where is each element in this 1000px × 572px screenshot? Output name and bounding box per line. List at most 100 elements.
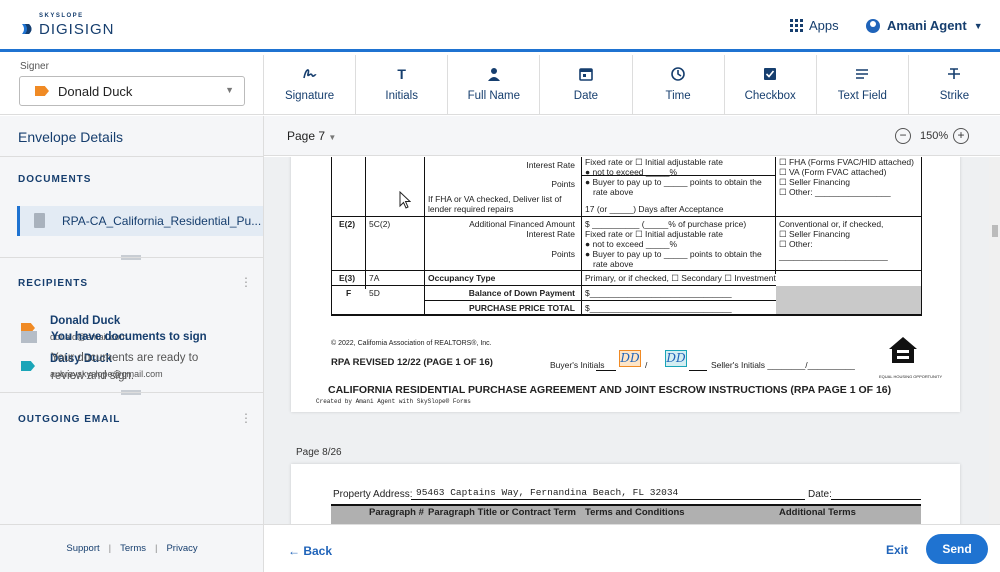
recipient-name: Donald Duck — [50, 315, 121, 327]
document-scrollbar[interactable] — [989, 157, 1000, 524]
doc-text: F — [346, 288, 352, 298]
outgoing-email-more-icon[interactable]: ⋮ — [240, 412, 252, 424]
zoom-out-button[interactable]: − — [895, 128, 911, 144]
doc-text: Occupancy Type — [428, 273, 496, 283]
doc-text: rate above — [593, 259, 634, 269]
signer-color-tag-icon — [35, 86, 49, 96]
apps-label: Apps — [809, 18, 839, 33]
mail-icon — [21, 331, 37, 343]
tool-signature[interactable]: Signature — [264, 55, 357, 114]
arrow-left-icon: ← — [288, 544, 300, 558]
page-selector[interactable]: Page 7 ▼ — [287, 129, 336, 143]
doc-text: _______________________ — [779, 251, 888, 261]
tool-label: Initials — [385, 90, 418, 102]
document-page: Property Address: 95463 Captains Way, Fe… — [291, 464, 960, 524]
top-bar: SKYSLOPE DIGISIGN Apps Amani Agent ▼ — [0, 0, 1000, 52]
doc-text: 5C(2) — [369, 219, 391, 229]
recipients-section-title: RECIPIENTS — [18, 278, 89, 289]
document-page: Interest Rate Fixed rate or ☐ Initial ad… — [291, 157, 960, 412]
tool-time[interactable]: Time — [633, 55, 725, 114]
doc-text: Interest Rate — [526, 160, 575, 170]
tool-label: Checkbox — [744, 90, 796, 102]
user-menu[interactable]: Amani Agent ▼ — [866, 18, 983, 33]
tool-strike[interactable]: Strike — [909, 55, 1000, 114]
signer-select[interactable]: Donald Duck ▼ — [19, 76, 245, 106]
envelope-details-title: Envelope Details — [18, 129, 124, 145]
privacy-link[interactable]: Privacy — [166, 543, 197, 554]
link-separator: | — [155, 543, 158, 554]
checkbox-icon — [764, 68, 777, 80]
user-name: Amani Agent — [887, 18, 967, 33]
copyright-text: © 2022, California Association of REALTO… — [331, 340, 492, 347]
initials-field-buyer-1[interactable]: DD — [619, 350, 641, 367]
date-label: Date: — [808, 489, 832, 500]
doc-text: 5D — [369, 288, 380, 298]
link-separator: | — [108, 543, 112, 554]
doc-text: ● Buyer to pay up to _____ points to obt… — [585, 249, 762, 259]
tool-label: Signature — [284, 90, 335, 102]
strike-icon — [948, 68, 961, 79]
tool-full-name[interactable]: Full Name — [448, 55, 541, 114]
tool-initials[interactable]: T Initials — [356, 55, 449, 114]
email-body: Your documents are ready to review and s… — [51, 352, 199, 382]
person-icon — [487, 68, 500, 81]
tool-label: Time — [665, 90, 691, 102]
email-heading: You have documents to sign — [51, 331, 207, 343]
signature-icon — [302, 69, 317, 79]
logo-small-text: SKYSLOPE — [39, 13, 84, 19]
documents-section-title: DOCUMENTS — [18, 174, 92, 185]
doc-text: $ __________ (_____% of purchase price) — [585, 219, 747, 229]
property-address-label: Property Address: — [333, 489, 413, 500]
doc-text: PURCHASE PRICE TOTAL — [469, 303, 575, 313]
document-icon — [34, 213, 45, 228]
mouse-cursor-icon — [399, 191, 411, 209]
document-viewport[interactable]: Interest Rate Fixed rate or ☐ Initial ad… — [264, 157, 1000, 524]
signer-selected-name: Donald Duck — [58, 84, 133, 99]
table-header: Terms and Conditions — [585, 507, 685, 518]
doc-text: 17 (or _____) Days after Acceptance — [585, 204, 724, 214]
support-link[interactable]: Support — [66, 543, 99, 554]
outgoing-email-section-title: OUTGOING EMAIL — [18, 414, 121, 425]
page-8-label: Page 8/26 — [296, 447, 342, 458]
revision-text: RPA REVISED 12/22 (PAGE 1 OF 16) — [331, 357, 493, 368]
table-header: Paragraph # — [369, 507, 424, 518]
page-navigation-bar: Page 7 ▼ — [264, 116, 1000, 156]
tool-date[interactable]: Date — [540, 55, 633, 114]
recipients-more-icon[interactable]: ⋮ — [240, 276, 252, 288]
calendar-icon — [579, 68, 593, 81]
table-header: Additional Terms — [779, 507, 856, 518]
zoom-in-button[interactable]: + — [953, 128, 969, 144]
chevron-down-icon: ▼ — [328, 133, 337, 142]
recipient-color-tag-icon — [21, 361, 35, 371]
form-title: CALIFORNIA RESIDENTIAL PURCHASE AGREEMEN… — [328, 384, 892, 396]
terms-link[interactable]: Terms — [120, 543, 146, 554]
tool-checkbox[interactable]: Checkbox — [725, 55, 817, 114]
divider — [0, 257, 264, 258]
scrollbar-thumb[interactable] — [992, 225, 998, 237]
logo-main-text: DIGISIGN — [39, 21, 115, 38]
doc-text: / — [645, 360, 648, 370]
doc-text: E(3) — [339, 273, 356, 283]
doc-text: $______________________________ — [585, 303, 732, 313]
exit-button[interactable]: Exit — [886, 543, 908, 557]
doc-text: E(2) — [339, 219, 356, 229]
doc-text: If FHA or VA checked, Deliver list of — [428, 194, 562, 204]
document-name: RPA-CA_California_Residential_Pu... — [62, 214, 262, 228]
back-button[interactable]: ← Back — [288, 544, 332, 558]
user-avatar-icon — [866, 18, 880, 33]
zoom-level: 150% — [920, 130, 949, 142]
apps-menu[interactable]: Apps — [790, 18, 839, 33]
initials-field-buyer-2[interactable]: DD — [665, 350, 687, 367]
tool-label: Text Field — [837, 90, 887, 102]
divider — [0, 392, 264, 393]
doc-text: ● Buyer to pay up to _____ points to obt… — [585, 177, 762, 187]
tool-label: Strike — [939, 90, 970, 102]
equal-housing-text: EQUAL HOUSING OPPORTUNITY — [879, 374, 943, 379]
tool-text-field[interactable]: Text Field — [817, 55, 909, 114]
doc-text: Points — [551, 249, 575, 259]
send-button[interactable]: Send — [926, 534, 988, 564]
document-item[interactable]: RPA-CA_California_Residential_Pu... — [17, 206, 263, 236]
field-toolbar: Signature T Initials Full Name Date Time… — [264, 55, 1000, 115]
digisign-logo[interactable]: SKYSLOPE DIGISIGN — [20, 13, 140, 41]
envelope-sidebar: Envelope Details DOCUMENTS RPA-CA_Califo… — [0, 116, 264, 572]
